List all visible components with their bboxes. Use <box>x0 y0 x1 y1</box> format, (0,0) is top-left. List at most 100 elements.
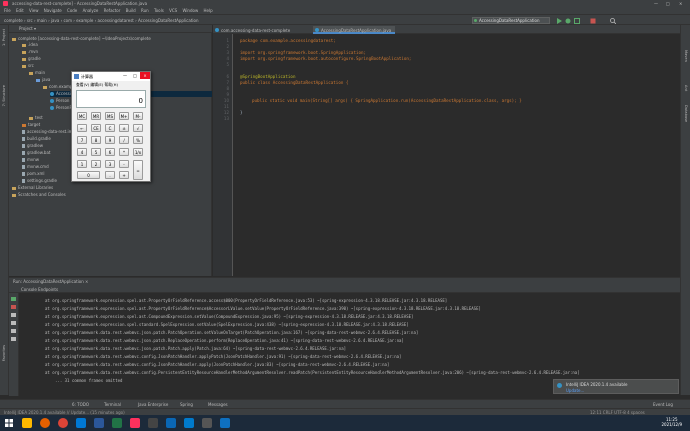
key-equals[interactable]: = <box>133 160 143 180</box>
calculator-minimize-button[interactable]: — <box>120 72 130 79</box>
key-negate[interactable]: ± <box>119 124 129 132</box>
debug-icon[interactable] <box>565 18 571 24</box>
key-4[interactable]: 4 <box>77 148 87 156</box>
tab-module[interactable]: com.accessing-data-rest-complete <box>213 26 294 34</box>
code-editor[interactable]: package com.example.accessingdatarest; i… <box>234 34 680 276</box>
tool-window-event-log[interactable]: Event Log <box>653 402 673 407</box>
key-9[interactable]: 9 <box>105 136 115 144</box>
tool-window-spring[interactable]: Spring <box>180 402 193 407</box>
run-configuration-select[interactable]: AccessingDataRestApplication <box>472 17 550 24</box>
structure-tool-button[interactable]: 7: Structure <box>2 85 6 106</box>
scroll-to-end-icon[interactable] <box>11 321 16 325</box>
tree-item-iml[interactable]: accessing-data-rest.iml <box>22 129 74 135</box>
tool-window-todo[interactable]: 6: TODO <box>72 402 89 407</box>
terminal-icon[interactable] <box>148 418 158 428</box>
calculator-maximize-button[interactable]: □ <box>130 72 140 79</box>
minimize-button[interactable]: — <box>654 1 658 6</box>
tree-item-mvnw-cmd[interactable]: mvnw.cmd <box>22 164 49 170</box>
key-mc[interactable]: MC <box>77 112 87 120</box>
key-5[interactable]: 5 <box>91 148 101 156</box>
key-plus[interactable]: + <box>119 171 129 179</box>
key-m-minus[interactable]: M- <box>133 112 143 120</box>
stop-icon[interactable] <box>590 18 596 24</box>
ie-icon[interactable] <box>166 418 176 428</box>
tree-item-gradlew[interactable]: gradlew <box>22 143 43 149</box>
menu-refactor[interactable]: Refactor <box>104 8 121 13</box>
menu-navigate[interactable]: Navigate <box>44 8 62 13</box>
calculator-taskbar-icon[interactable] <box>202 418 212 428</box>
project-tool-button[interactable]: 1: Project <box>2 29 6 46</box>
key-6[interactable]: 6 <box>105 148 115 156</box>
file-explorer-icon[interactable] <box>22 418 32 428</box>
calculator-menu[interactable]: 查看(V) 编辑(E) 帮助(H) <box>76 82 118 88</box>
tree-item-test[interactable]: test <box>29 115 43 121</box>
tree-item-person[interactable]: Person <box>50 98 69 104</box>
run-panel-header[interactable]: Run: AccessingDataRestApplication × <box>9 278 680 286</box>
key-percent[interactable]: % <box>133 136 143 144</box>
update-notification[interactable]: IntelliJ IDEA 2020.1.4 available Update.… <box>553 379 679 394</box>
key-1[interactable]: 1 <box>77 160 87 168</box>
key-2[interactable]: 2 <box>91 160 101 168</box>
key-minus[interactable]: - <box>119 160 129 168</box>
tree-item-gradle[interactable]: gradle <box>22 56 41 62</box>
key-ms[interactable]: MS <box>105 112 115 120</box>
key-c[interactable]: C <box>105 124 115 132</box>
run-icon[interactable] <box>556 18 562 24</box>
favorites-tool-button[interactable]: Favorites <box>2 345 6 361</box>
tree-item-scratches[interactable]: Scratches and Consoles <box>12 192 66 198</box>
tree-item-java[interactable]: java <box>36 77 50 83</box>
run-panel-tabs[interactable]: Console Endpoints <box>9 286 680 293</box>
key-7[interactable]: 7 <box>77 136 87 144</box>
key-ce[interactable]: CE <box>91 124 101 132</box>
tree-item-src[interactable]: src <box>22 63 34 69</box>
system-clock[interactable]: 11:25 2021/12/9 <box>661 417 682 427</box>
key-0[interactable]: 0 <box>77 171 100 179</box>
key-decimal[interactable]: . <box>105 171 115 179</box>
tree-item-gradlew-bat[interactable]: gradlew.bat <box>22 150 50 156</box>
menu-build[interactable]: Build <box>126 8 136 13</box>
database-tool-button[interactable]: Database <box>684 105 688 122</box>
menu-tools[interactable]: Tools <box>154 8 164 13</box>
project-panel-header[interactable]: Project ▾ <box>9 25 212 33</box>
tree-item-mvn[interactable]: .mvn <box>22 49 38 55</box>
menu-view[interactable]: View <box>29 8 39 13</box>
excel-icon[interactable] <box>112 418 122 428</box>
tree-item-settings-gradle[interactable]: settings.gradle <box>22 178 57 184</box>
ant-tool-button[interactable]: Ant <box>684 85 688 91</box>
vscode-icon[interactable] <box>184 418 194 428</box>
menu-window[interactable]: Window <box>182 8 198 13</box>
calculator-close-button[interactable]: × <box>140 72 150 79</box>
key-sqrt[interactable]: √ <box>133 124 143 132</box>
tree-item-main[interactable]: main <box>29 70 45 76</box>
key-reciprocal[interactable]: 1/x <box>133 148 143 156</box>
coverage-icon[interactable] <box>574 18 580 24</box>
key-divide[interactable]: / <box>119 136 129 144</box>
key-m-plus[interactable]: M+ <box>119 112 129 120</box>
firefox-icon[interactable] <box>40 418 50 428</box>
menu-help[interactable]: Help <box>204 8 213 13</box>
store-icon[interactable] <box>76 418 86 428</box>
windows-start-icon[interactable] <box>4 418 14 428</box>
breadcrumb[interactable]: complete › src › main › java › com › exa… <box>4 18 199 23</box>
tree-item-external-libraries[interactable]: External Libraries <box>12 185 53 191</box>
word-icon[interactable] <box>94 418 104 428</box>
close-button[interactable]: × <box>679 1 682 6</box>
chrome-icon[interactable] <box>58 418 68 428</box>
menu-edit[interactable]: Edit <box>16 8 24 13</box>
menu-analyze[interactable]: Analyze <box>83 8 99 13</box>
key-mr[interactable]: MR <box>91 112 101 120</box>
maven-tool-button[interactable]: Maven <box>684 50 688 62</box>
stop-icon[interactable] <box>11 305 16 309</box>
trash-icon[interactable] <box>11 337 16 341</box>
key-multiply[interactable]: * <box>119 148 129 156</box>
key-backspace[interactable]: ← <box>77 124 87 132</box>
menu-vcs[interactable]: VCS <box>169 8 177 13</box>
search-icon[interactable] <box>610 18 616 24</box>
mail-icon[interactable] <box>220 418 230 428</box>
tree-item-target[interactable]: target <box>22 122 40 128</box>
calculator-window[interactable]: 计算器 — □ × 查看(V) 编辑(E) 帮助(H) 0 MC MR MS M… <box>71 71 151 182</box>
print-icon[interactable] <box>11 329 16 333</box>
tree-item-idea[interactable]: .idea <box>22 42 38 48</box>
tool-window-messages[interactable]: Messages <box>208 402 228 407</box>
restore-layout-icon[interactable] <box>11 313 16 317</box>
